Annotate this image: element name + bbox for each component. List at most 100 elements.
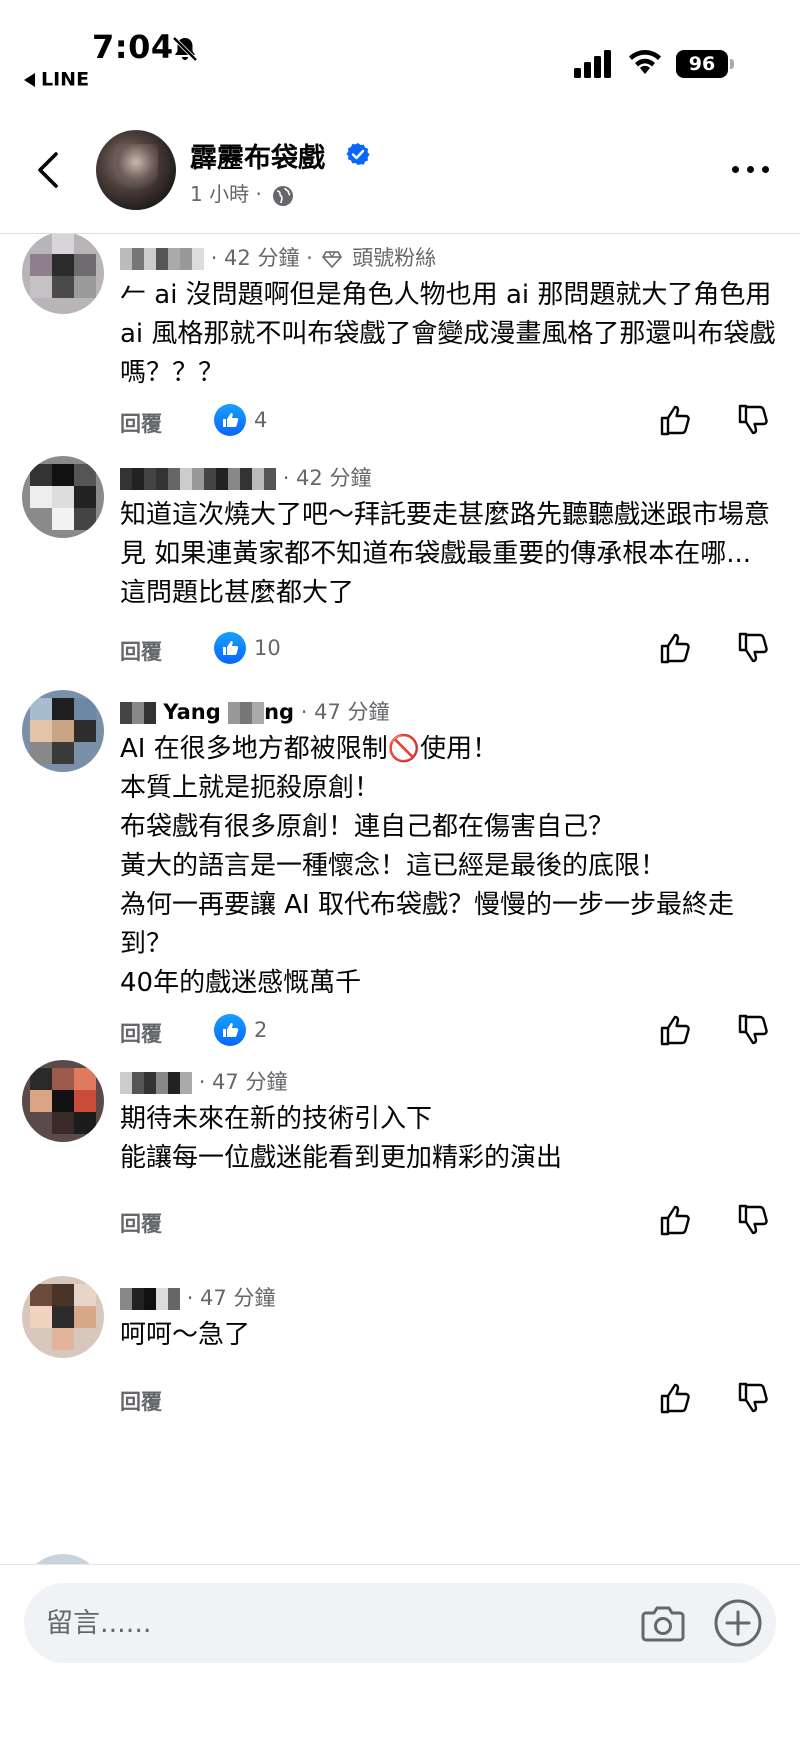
avatar-pixel [52, 720, 74, 742]
avatar-pixel [52, 742, 74, 764]
comment-actions: 回覆 [120, 1200, 780, 1244]
back-app-label: LINE [41, 68, 90, 91]
comment-header: Yang ng · 47 分鐘 [120, 696, 390, 728]
avatar-pixel [30, 254, 52, 276]
thumb-down-icon[interactable] [734, 1200, 774, 1240]
thumb-down-icon[interactable] [734, 1378, 774, 1418]
avatar-pixel [52, 1112, 74, 1134]
more-dot [732, 166, 739, 173]
avatar-pixel [30, 276, 52, 298]
more-options-button[interactable] [732, 160, 772, 180]
avatar-pixel [74, 254, 96, 276]
commenter-name[interactable]: Yang ng [120, 700, 294, 724]
comment-actions: 回覆 10 [120, 628, 780, 672]
comment-text: 知道這次燒大了吧～拜託要走甚麼路先聽聽戲迷跟市場意見 如果連黃家都不知道布袋戲最… [120, 500, 771, 608]
thumb-up-icon[interactable] [656, 1010, 696, 1050]
avatar-pixel [52, 508, 74, 530]
add-icon[interactable] [712, 1597, 764, 1649]
comment-actions: 回覆 4 [120, 400, 780, 444]
avatar-pixel [30, 1284, 52, 1306]
avatar-pixel [30, 698, 52, 720]
avatar-pixel [74, 276, 96, 298]
comment-input-box [24, 1583, 776, 1663]
top-fan-badge: 頭號粉絲 [352, 246, 437, 270]
commenter-avatar[interactable] [22, 456, 104, 538]
thumb-down-icon[interactable] [734, 1010, 774, 1050]
avatar-pixel [52, 234, 74, 254]
post-time: 1 小時 · [190, 182, 262, 206]
comment-time: 42 分鐘 [296, 466, 372, 490]
commenter-avatar[interactable] [22, 1554, 104, 1564]
commenter-name[interactable] [120, 1070, 192, 1094]
avatar-pixel [30, 486, 52, 508]
comment-header: · 42 分鐘 [120, 462, 371, 494]
verified-badge-icon [346, 143, 370, 165]
avatar-pixel [52, 1328, 74, 1350]
globe-icon [273, 185, 294, 206]
back-to-app-link[interactable]: LINE [24, 66, 89, 91]
comment-header: · 47 分鐘 [120, 1066, 287, 1098]
reply-button[interactable]: 回覆 [120, 1018, 162, 1048]
page-name[interactable]: 霹靂布袋戲 [190, 136, 325, 175]
reply-button[interactable]: 回覆 [120, 1386, 162, 1416]
separator: · [282, 466, 297, 490]
avatar-pixel [74, 698, 96, 720]
battery-level: 96 [676, 50, 728, 78]
comment-item: Yang ng · 47 分鐘 AI 在很多地方都被限制🚫使用！ 本質上就是扼殺… [0, 686, 800, 1066]
commenter-name[interactable] [120, 466, 276, 490]
comment-text: 呵呵～急了 [120, 1320, 251, 1350]
comment-text: 期待未來在新的技術引入下 能讓每一位戲迷能看到更加精彩的演出 [120, 1104, 563, 1173]
comment-list[interactable]: · 42 分鐘 · 頭號粉絲 𠂉 ai 沒問題啊但是角色人物也用 ai 那問題就… [0, 234, 800, 1564]
like-icon [214, 632, 246, 664]
commenter-avatar[interactable] [22, 234, 104, 314]
avatar-pixel [30, 742, 52, 764]
more-dot [762, 166, 769, 173]
bell-off-icon [172, 36, 198, 62]
comment-item: · 42 分鐘 知道這次燒大了吧～拜託要走甚麼路先聽聽戲迷跟市場意見 如果連黃家… [0, 452, 800, 684]
camera-icon[interactable] [640, 1601, 686, 1645]
thumb-up-icon[interactable] [656, 628, 696, 668]
like-icon [214, 1014, 246, 1046]
avatar-pixel [74, 1090, 96, 1112]
comment-item: · 47 分鐘 期待未來在新的技術引入下 能讓每一位戲迷能看到更加精彩的演出 回… [0, 1056, 800, 1256]
commenter-avatar[interactable] [22, 1060, 104, 1142]
commenter-name[interactable] [120, 1286, 180, 1310]
reply-button[interactable]: 回覆 [120, 1208, 162, 1238]
back-triangle-icon [24, 72, 35, 87]
thumb-up-icon[interactable] [656, 400, 696, 440]
thumb-down-icon[interactable] [734, 628, 774, 668]
comment-header: · 47 分鐘 [120, 1282, 275, 1314]
thumb-down-icon[interactable] [734, 400, 774, 440]
avatar-pixel [30, 1306, 52, 1328]
like-count: 10 [254, 636, 281, 660]
like-count: 2 [254, 1018, 268, 1042]
comment-input[interactable] [46, 1599, 606, 1647]
avatar-pixel [52, 486, 74, 508]
avatar-pixel [74, 1306, 96, 1328]
comment-time: 42 分鐘 [224, 246, 300, 270]
commenter-name[interactable] [120, 246, 204, 270]
separator: · [300, 700, 315, 724]
separator: · [186, 1286, 201, 1310]
avatar-pixel [52, 1284, 74, 1306]
comment-time: 47 分鐘 [200, 1286, 276, 1310]
reply-button[interactable]: 回覆 [120, 636, 162, 666]
reply-button[interactable]: 回覆 [120, 408, 162, 438]
separator: · [198, 1070, 213, 1094]
thumb-up-icon[interactable] [656, 1378, 696, 1418]
thumb-up-icon[interactable] [656, 1200, 696, 1240]
back-arrow-icon[interactable] [28, 146, 68, 194]
separator: · [210, 246, 225, 270]
commenter-avatar[interactable] [22, 690, 104, 772]
like-count: 4 [254, 408, 268, 432]
comment-header: · 42 分鐘 · 頭號粉絲 [120, 242, 436, 274]
page-avatar[interactable] [96, 130, 176, 210]
status-bar: 7:04 LINE 96 [0, 0, 800, 110]
commenter-avatar[interactable] [22, 1276, 104, 1358]
avatar-pixel [30, 1090, 52, 1112]
avatar-pixel [74, 1068, 96, 1090]
avatar-pixel [30, 720, 52, 742]
avatar-pixel [74, 464, 96, 486]
avatar-pixel [52, 698, 74, 720]
avatar-pixel [74, 1112, 96, 1134]
